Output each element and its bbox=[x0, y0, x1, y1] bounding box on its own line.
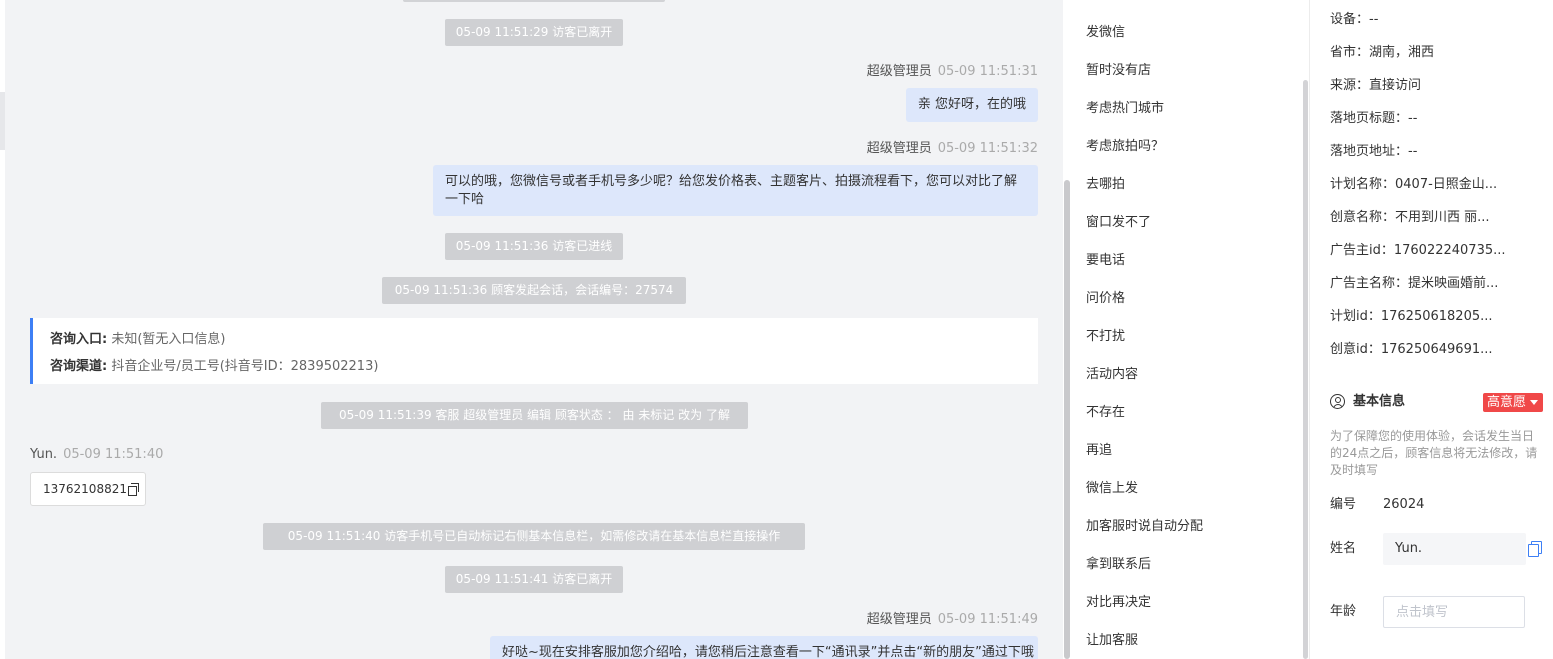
quick-reply-item[interactable]: 加客服时说自动分配 bbox=[1086, 518, 1203, 536]
quick-reply-item[interactable]: 不打扰 bbox=[1086, 328, 1125, 346]
edit-deadline-notice: 为了保障您的使用体验，会话发生当日的24点之后，顾客信息将无法修改，请及时填写 bbox=[1330, 429, 1538, 477]
consult-channel-row: 咨询渠道: 抖音企业号/员工号(抖音号ID：2839502213) bbox=[50, 353, 1038, 380]
sender-name: Yun. bbox=[30, 447, 58, 462]
basic-info-title: 基本信息 bbox=[1353, 394, 1406, 409]
quick-reply-item[interactable]: 发微信 bbox=[1086, 24, 1125, 42]
basic-info-header: 基本信息 bbox=[1330, 392, 1405, 412]
advertiser-name-row: 广告主名称：提米映画婚前... bbox=[1330, 276, 1499, 291]
intent-level-dropdown[interactable]: 高意愿 bbox=[1483, 393, 1543, 412]
quick-reply-item[interactable]: 让加客服 bbox=[1086, 632, 1138, 650]
quick-reply-item[interactable]: 拿到联系后 bbox=[1086, 556, 1151, 574]
message-time: 05-09 11:51:32 bbox=[937, 141, 1038, 156]
quick-reply-item[interactable]: 问价格 bbox=[1086, 290, 1125, 308]
consult-entry-value: 未知(暂无入口信息) bbox=[111, 332, 226, 347]
chat-panel: 05-09 11:51:29 访客已离开 超级管理员 05-09 11:51:31… bbox=[0, 0, 1063, 659]
agent-message-bubble: 亲 您好呀，在的哦 bbox=[905, 88, 1038, 122]
creative-name-row: 创意名称：不用到川西 丽... bbox=[1330, 210, 1490, 225]
user-circle-icon bbox=[1330, 394, 1345, 409]
intent-level-label: 高意愿 bbox=[1487, 395, 1527, 410]
quick-reply-item[interactable]: 对比再决定 bbox=[1086, 594, 1151, 612]
system-message-visitor-entered: 05-09 11:51:36 访客已进线 bbox=[445, 233, 623, 260]
copy-document-icon[interactable] bbox=[1528, 541, 1542, 557]
quick-reply-item[interactable]: 去哪拍 bbox=[1086, 176, 1125, 194]
device-row: 设备：-- bbox=[1330, 12, 1379, 27]
quick-reply-item[interactable]: 考虑热门城市 bbox=[1086, 100, 1164, 118]
copy-icon[interactable] bbox=[127, 483, 139, 496]
quick-reply-item[interactable]: 微信上发 bbox=[1086, 480, 1138, 498]
name-field[interactable]: Yun. bbox=[1383, 533, 1526, 565]
quick-reply-list: 发微信 暂时没有店 考虑热门城市 考虑旅拍吗？ 去哪拍 窗口发不了 要电话 问价… bbox=[1071, 0, 1301, 659]
age-input[interactable] bbox=[1383, 596, 1525, 628]
visitor-info-panel: 设备：-- 省市：湖南，湘西 来源：直接访问 落地页标题：-- 落地页地址：--… bbox=[1310, 0, 1553, 659]
message-meta: 超级管理员 05-09 11:51:32 bbox=[867, 141, 1038, 157]
chat-scrollbar-thumb[interactable] bbox=[1064, 180, 1070, 659]
landing-url-row: 落地页地址：-- bbox=[1330, 144, 1418, 159]
phone-number: 13762108821 bbox=[43, 482, 127, 496]
plan-id-row: 计划id：176250618205... bbox=[1330, 309, 1493, 324]
quick-reply-item[interactable]: 考虑旅拍吗？ bbox=[1086, 138, 1164, 156]
clipped-system-message bbox=[403, 0, 665, 2]
creative-id-row: 创意id：176250649691... bbox=[1330, 342, 1493, 357]
agent-message-bubble: 可以的哦，您微信号或者手机号多少呢？给您发价格表、主题客片、拍摄流程看下，您可以… bbox=[433, 165, 1038, 216]
chat-scrollbar[interactable] bbox=[1063, 0, 1071, 659]
consult-info-card: 咨询入口: 未知(暂无入口信息) 咨询渠道: 抖音企业号/员工号(抖音号ID：2… bbox=[30, 318, 1038, 384]
age-label: 年龄 bbox=[1330, 604, 1357, 619]
visitor-phone-bubble: 13762108821 bbox=[30, 472, 146, 506]
quick-reply-item[interactable]: 不存在 bbox=[1086, 404, 1125, 422]
consult-channel-value: 抖音企业号/员工号(抖音号ID：2839502213) bbox=[111, 359, 379, 374]
message-time: 05-09 11:51:49 bbox=[937, 612, 1038, 627]
quick-reply-item[interactable]: 要电话 bbox=[1086, 252, 1125, 270]
message-time: 05-09 11:51:31 bbox=[937, 64, 1038, 79]
system-message-auto-mark: 05-09 11:51:40 访客手机号已自动标记右侧基本信息栏，如需修改请在基… bbox=[263, 523, 805, 550]
sender-name: 超级管理员 bbox=[866, 64, 932, 79]
message-meta: 超级管理员 05-09 11:51:49 bbox=[867, 612, 1038, 628]
consult-entry-label: 咨询入口: bbox=[50, 332, 108, 347]
message-time: 05-09 11:51:40 bbox=[63, 447, 164, 462]
plan-name-row: 计划名称：0407-日照金山... bbox=[1330, 177, 1498, 192]
number-label: 编号 bbox=[1330, 497, 1357, 512]
consult-entry-row: 咨询入口: 未知(暂无入口信息) bbox=[50, 326, 1038, 353]
quick-reply-item[interactable]: 窗口发不了 bbox=[1086, 214, 1151, 232]
landing-title-row: 落地页标题：-- bbox=[1330, 111, 1418, 126]
sender-name: 超级管理员 bbox=[866, 612, 932, 627]
caret-down-icon bbox=[1530, 400, 1538, 405]
system-message-visitor-left: 05-09 11:51:41 访客已离开 bbox=[445, 566, 623, 593]
consult-channel-label: 咨询渠道: bbox=[50, 359, 108, 374]
quick-reply-item[interactable]: 活动内容 bbox=[1086, 366, 1138, 384]
advertiser-id-row: 广告主id：176022240735... bbox=[1330, 243, 1506, 258]
system-message-session-start: 05-09 11:51:36 顾客发起会话，会话编号：27574 bbox=[382, 277, 686, 304]
message-meta: Yun. 05-09 11:51:40 bbox=[30, 447, 163, 463]
left-edge-mark bbox=[0, 92, 5, 150]
system-message-status-change: 05-09 11:51:39 客服 超级管理员 编辑 顾客状态 ： 由 未标记 … bbox=[321, 402, 748, 429]
number-value: 26024 bbox=[1383, 497, 1425, 512]
sender-name: 超级管理员 bbox=[866, 141, 932, 156]
system-message-visitor-left: 05-09 11:51:29 访客已离开 bbox=[445, 19, 623, 46]
message-meta: 超级管理员 05-09 11:51:31 bbox=[867, 64, 1038, 80]
province-city-row: 省市：湖南，湘西 bbox=[1330, 45, 1435, 60]
agent-message-bubble: 好哒~现在安排客服加您介绍哈，请您稍后注意查看一下“通讯录”并点击“新的朋友”通… bbox=[490, 636, 1038, 659]
name-label: 姓名 bbox=[1330, 541, 1357, 556]
quick-reply-scrollbar-thumb[interactable] bbox=[1303, 80, 1308, 659]
source-row: 来源：直接访问 bbox=[1330, 78, 1422, 93]
quick-reply-item[interactable]: 再追 bbox=[1086, 442, 1112, 460]
quick-reply-item[interactable]: 暂时没有店 bbox=[1086, 62, 1151, 80]
